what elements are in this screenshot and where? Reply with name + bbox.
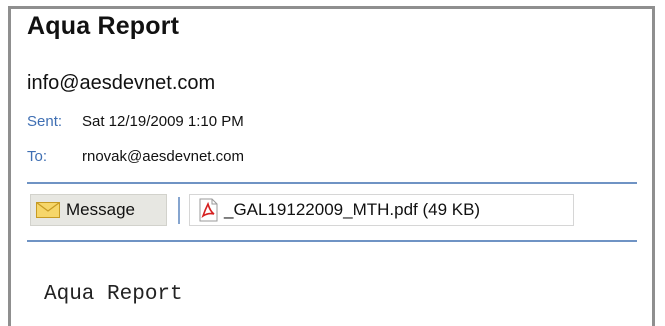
sent-row: Sent: Sat 12/19/2009 1:10 PM bbox=[27, 113, 244, 130]
to-label: To: bbox=[27, 148, 48, 165]
to-value: rnovak@aesdevnet.com bbox=[82, 148, 244, 165]
email-sender: info@aesdevnet.com bbox=[27, 72, 216, 94]
pdf-icon bbox=[199, 198, 218, 222]
message-tab[interactable]: Message bbox=[30, 194, 167, 226]
sent-label: Sent: bbox=[27, 113, 63, 130]
to-row: To: rnovak@aesdevnet.com bbox=[27, 148, 244, 165]
tab-divider bbox=[178, 197, 180, 224]
header-divider bbox=[27, 182, 637, 184]
attachment-file[interactable]: _GAL19122009_MTH.pdf (49 KB) bbox=[189, 194, 574, 226]
attachment-file-label: _GAL19122009_MTH.pdf (49 KB) bbox=[224, 200, 481, 219]
attachment-divider bbox=[27, 240, 637, 242]
sent-value: Sat 12/19/2009 1:10 PM bbox=[82, 113, 244, 130]
email-body-text: Aqua Report bbox=[44, 283, 183, 306]
message-tab-label: Message bbox=[66, 200, 135, 219]
attachment-bar: Message _GAL19122009_MTH.pdf (49 KB) bbox=[27, 194, 637, 228]
email-reading-pane bbox=[8, 6, 655, 326]
email-subject: Aqua Report bbox=[27, 12, 180, 40]
envelope-icon bbox=[36, 202, 60, 218]
